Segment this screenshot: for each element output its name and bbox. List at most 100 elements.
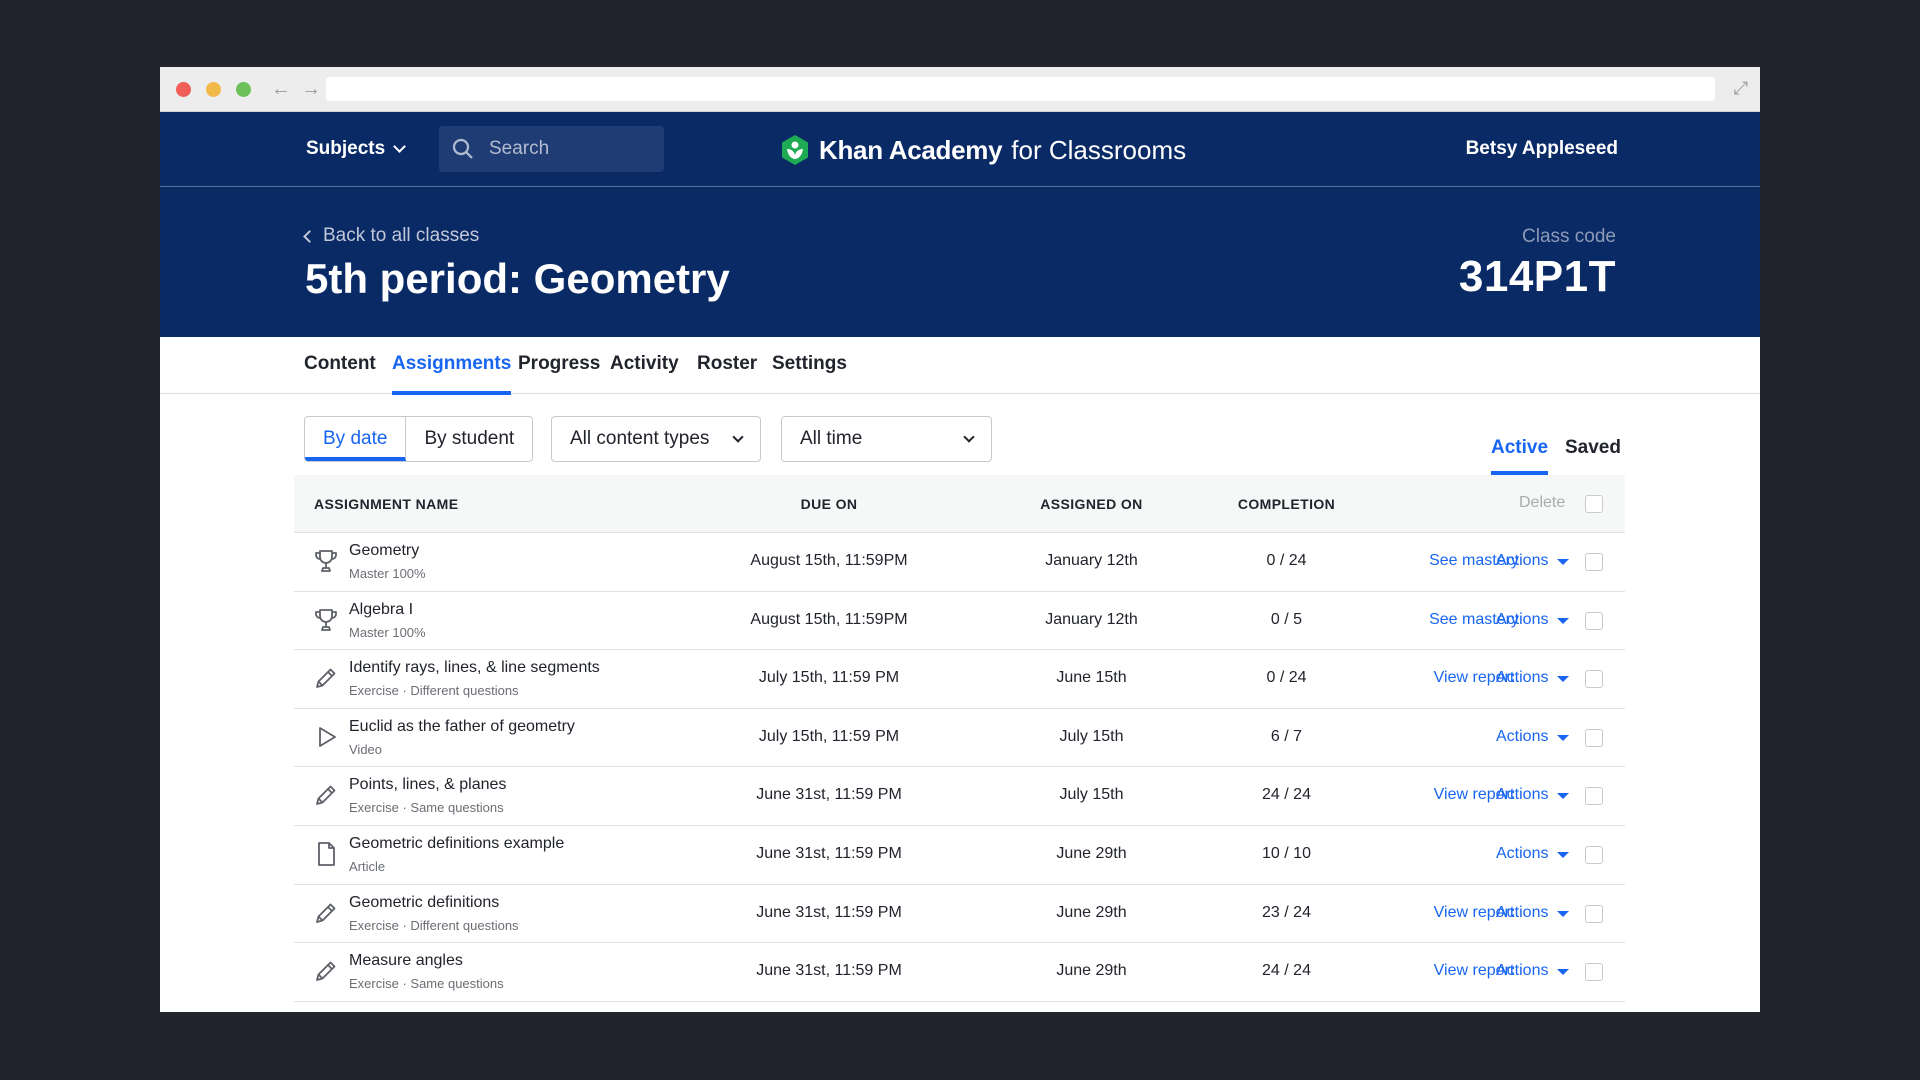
user-menu[interactable]: Betsy Appleseed	[1466, 138, 1618, 160]
assignment-name[interactable]: Identify rays, lines, & line segments	[349, 659, 600, 677]
search-icon	[452, 138, 473, 159]
actions-menu[interactable]: Actions	[1496, 552, 1570, 570]
assignment-name[interactable]: Geometry	[349, 542, 419, 560]
assignments-table: ASSIGNMENT NAME DUE ON ASSIGNED ON COMPL…	[294, 475, 1625, 1002]
search-placeholder: Search	[489, 138, 550, 159]
subjects-label: Subjects	[306, 138, 386, 159]
actions-menu[interactable]: Actions	[1496, 611, 1570, 629]
tab-settings[interactable]: Settings	[772, 353, 847, 391]
row-checkbox[interactable]	[1585, 787, 1603, 806]
assignment-name[interactable]: Geometric definitions	[349, 894, 499, 912]
search-input[interactable]: Search	[439, 126, 664, 172]
assignment-name[interactable]: Geometric definitions example	[349, 835, 564, 853]
actions-label: Actions	[1496, 727, 1549, 745]
due-date: August 15th, 11:59PM	[750, 552, 908, 569]
caret-down-icon	[1557, 617, 1570, 624]
top-navigation: Subjects Search Khan Academy for Classro…	[160, 112, 1760, 187]
assignment-name[interactable]: Points, lines, & planes	[349, 776, 506, 794]
by-date-button[interactable]: By date	[305, 417, 407, 461]
select-all-checkbox[interactable]	[1585, 495, 1603, 513]
caret-down-icon	[1557, 851, 1570, 858]
pencil-icon	[312, 781, 340, 809]
subjects-menu[interactable]: Subjects	[306, 138, 407, 160]
table-row[interactable]: Points, lines, & planes Exercise · Same q…	[294, 767, 1625, 826]
assignment-type: Article	[349, 858, 386, 874]
khan-academy-logo[interactable]: Khan Academy for Classrooms	[780, 134, 1186, 166]
caret-down-icon	[1557, 793, 1570, 800]
actions-menu[interactable]: Actions	[1496, 727, 1570, 746]
assigned-date: July 15th	[1059, 727, 1124, 745]
time-range-dropdown[interactable]: All time	[781, 416, 992, 462]
logo-subtitle: for Classrooms	[1011, 134, 1187, 165]
row-checkbox[interactable]	[1585, 728, 1603, 747]
due-date: June 31st, 11:59 PM	[756, 786, 902, 804]
trophy-icon	[312, 606, 340, 634]
class-tabs: Content Assignments Progress Activity Ro…	[160, 337, 1760, 395]
assigned-date: June 29th	[1056, 903, 1127, 921]
row-checkbox[interactable]	[1585, 845, 1603, 864]
by-student-button[interactable]: By student	[406, 417, 532, 461]
back-arrow-icon[interactable]: ←	[266, 79, 296, 99]
table-row[interactable]: Algebra I Master 100% August 15th, 11:59PM…	[294, 592, 1625, 651]
back-to-classes-link[interactable]: Back to all classes	[303, 225, 479, 247]
row-checkbox[interactable]	[1585, 611, 1603, 630]
due-date: June 31st, 11:59 PM	[756, 844, 902, 862]
tab-assignments[interactable]: Assignments	[392, 353, 512, 395]
status-tab-saved[interactable]: Saved	[1565, 437, 1621, 459]
close-window-button[interactable]	[176, 81, 191, 97]
completion-count: 24 / 24	[1262, 962, 1311, 980]
trophy-icon	[312, 547, 340, 575]
table-row[interactable]: Geometric definitions example Article June…	[294, 826, 1625, 885]
completion-count: 10 / 10	[1262, 844, 1311, 862]
caret-down-icon	[1557, 559, 1570, 565]
caret-down-icon	[1557, 969, 1570, 976]
completion-count: 0 / 5	[1270, 610, 1303, 628]
table-row[interactable]: Euclid as the father of geometry Video Jul…	[294, 709, 1625, 768]
due-date: July 15th, 11:59 PM	[758, 727, 900, 745]
assignment-type: Exercise · Same questions	[349, 800, 504, 816]
header-completion[interactable]: COMPLETION	[1199, 496, 1374, 512]
actions-menu[interactable]: Actions	[1496, 845, 1570, 863]
minimize-window-button[interactable]	[206, 81, 221, 97]
caret-down-icon	[1557, 734, 1570, 741]
table-row[interactable]: Measure angles Exercise · Same questions J…	[294, 943, 1625, 1002]
assignment-name[interactable]: Euclid as the father of geometry	[349, 718, 575, 736]
maximize-window-button[interactable]	[236, 81, 251, 97]
chevron-down-icon	[963, 430, 975, 443]
completion-count: 6 / 7	[1270, 727, 1303, 745]
expand-icon[interactable]: ⤢	[1734, 79, 1748, 97]
assigned-date: July 15th	[1059, 786, 1124, 804]
row-checkbox[interactable]	[1585, 553, 1603, 571]
completion-count: 0 / 24	[1266, 552, 1307, 569]
assignment-type: Exercise · Different questions	[349, 917, 519, 933]
tab-activity[interactable]: Activity	[610, 353, 679, 391]
actions-menu[interactable]: Actions	[1496, 669, 1570, 687]
assignment-type: Exercise · Different questions	[349, 683, 519, 699]
assignment-name[interactable]: Algebra I	[349, 601, 413, 619]
table-header: ASSIGNMENT NAME DUE ON ASSIGNED ON COMPL…	[294, 475, 1625, 533]
row-checkbox[interactable]	[1585, 904, 1603, 923]
pencil-icon	[312, 957, 340, 985]
actions-menu[interactable]: Actions	[1496, 786, 1570, 804]
document-icon	[312, 840, 340, 868]
row-checkbox[interactable]	[1585, 670, 1603, 689]
assignment-name[interactable]: Measure angles	[349, 952, 463, 970]
header-assigned-on[interactable]: ASSIGNED ON	[1004, 496, 1179, 512]
header-assignment-name[interactable]: ASSIGNMENT NAME	[314, 496, 458, 512]
table-row[interactable]: Identify rays, lines, & line segments Exe…	[294, 650, 1625, 709]
actions-menu[interactable]: Actions	[1496, 962, 1570, 980]
header-due-on[interactable]: DUE ON	[694, 496, 964, 512]
table-row[interactable]: Geometric definitions Exercise · Differen…	[294, 885, 1625, 944]
tab-roster[interactable]: Roster	[697, 353, 757, 391]
actions-menu[interactable]: Actions	[1496, 904, 1570, 922]
due-date: August 15th, 11:59PM	[750, 610, 908, 628]
forward-arrow-icon[interactable]: →	[296, 79, 326, 99]
table-row[interactable]: Geometry Master 100% August 15th, 11:59PM J…	[294, 533, 1625, 592]
tab-content[interactable]: Content	[304, 353, 376, 391]
content-type-dropdown[interactable]: All content types	[551, 416, 761, 462]
row-checkbox[interactable]	[1585, 963, 1603, 982]
address-bar[interactable]	[326, 77, 1715, 101]
delete-button[interactable]: Delete	[1519, 494, 1565, 512]
status-tab-active[interactable]: Active	[1491, 437, 1549, 475]
tab-progress[interactable]: Progress	[518, 353, 600, 391]
